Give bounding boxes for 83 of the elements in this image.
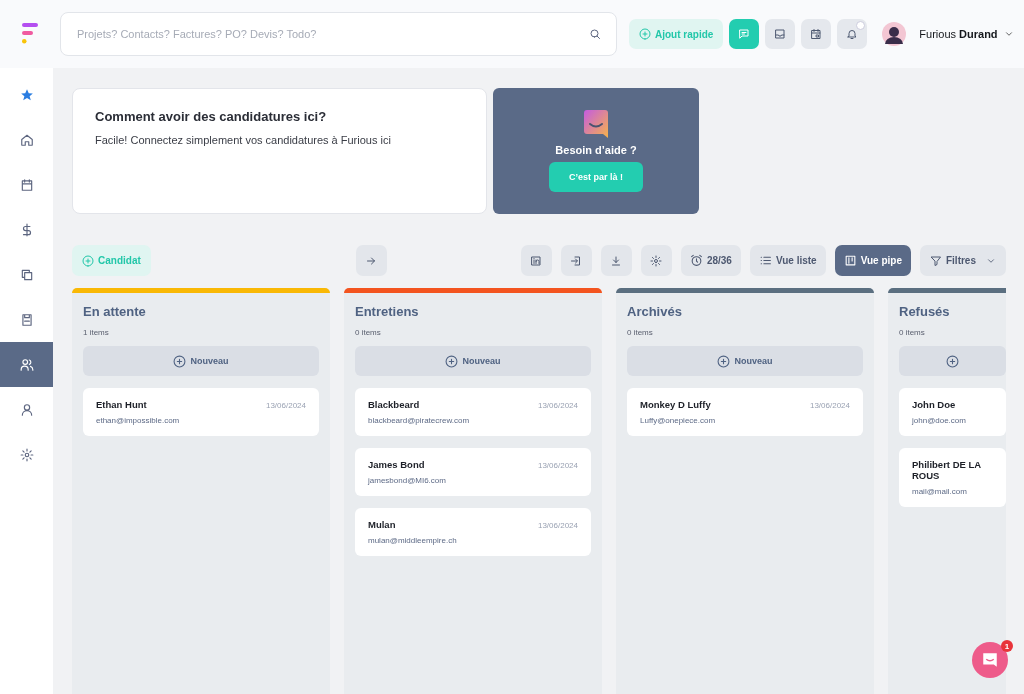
candidate-name: Mulan [368,519,396,530]
candidate-card[interactable]: James Bond 13/06/2024 jamesbond@MI6.com [355,448,591,496]
candidate-card[interactable]: Philibert DE LA ROUS mail@mail.com [899,448,1006,507]
candidate-card[interactable]: John Doe john@doe.com [899,388,1006,436]
filter-dropdown[interactable]: Filtres [920,245,1006,276]
candidate-email: mail@mail.com [912,487,968,496]
linkedin-icon [530,254,543,267]
sidebar-item[interactable] [0,342,53,387]
calendar-icon [19,177,34,192]
candidate-email: Luffy@onepiece.com [640,416,717,425]
column-title: En attente [83,304,147,319]
candidate-name: John Doe [912,399,956,410]
users-icon [19,357,34,372]
item-count: 0 items [899,328,926,337]
candidate-email: john@doe.com [912,416,967,425]
avatar[interactable] [882,22,907,46]
candidate-name: Monkey D Luffy [640,399,711,410]
calendar-button[interactable] [801,19,832,49]
info-title: Comment avoir des candidatures ici? [95,109,328,124]
star-icon [19,87,34,102]
new-item-button[interactable]: Nouveau [627,346,863,376]
bell-icon [846,28,859,40]
item-count: 1 items [83,328,110,337]
candidate-date: 13/06/2024 [537,521,578,530]
filter-icon [930,254,942,267]
user-icon [19,402,34,417]
search-field[interactable]: Projets? Contacts? Factures? PO? Devis? Todo? [60,12,617,56]
search-icon[interactable] [589,28,601,40]
login-button[interactable] [560,245,592,276]
inbox-icon [774,28,787,40]
counter-button[interactable]: 28/36 [680,245,741,276]
alarm-icon [689,254,703,267]
list-icon [758,254,772,267]
new-item-button[interactable]: Nouveau [83,346,319,376]
candidate-date: 13/06/2024 [809,401,850,410]
view-tab[interactable]: Vue pipe [834,245,911,276]
candidate-email: ethan@impossible.com [96,416,181,425]
candidate-card[interactable]: Monkey D Luffy 13/06/2024 Luffy@onepiece.com [627,388,863,436]
candidate-name: Blackbeard [368,399,420,410]
candidate-email: blackbeard@piratecrew.com [368,416,471,425]
arrow-right-icon [365,254,378,267]
calendar-icon [810,28,823,40]
logo-icon[interactable] [22,23,40,45]
candidate-name: James Bond [368,459,425,470]
bell-button[interactable] [837,19,868,49]
column-title: Refusés [899,304,951,319]
chat-logo-icon [584,110,608,138]
chat-icon [981,651,999,669]
column-title: Archivés [627,304,683,319]
board-icon [843,254,857,267]
candidate-card[interactable]: Blackbeard 13/06/2024 blackbeard@piratecrew.com [355,388,591,436]
home-icon [19,132,34,147]
chat-button[interactable] [729,19,760,49]
candidate-date: 13/06/2024 [265,401,306,410]
candidate-date: 13/06/2024 [537,401,578,410]
settings-icon [650,254,663,267]
candidate-date: 13/06/2024 [537,461,578,470]
chevron-down-icon[interactable] [1003,29,1014,39]
settings-icon [19,447,34,462]
download-button[interactable] [600,245,632,276]
login-icon [570,254,583,267]
copy-icon [19,267,34,282]
candidate-name: Philibert DE LA ROUS [912,459,982,481]
chat-icon [738,28,751,40]
user-name[interactable]: Furious Durand [919,28,998,40]
item-count: 0 items [355,328,382,337]
column-title: Entretiens [355,304,420,319]
view-tab[interactable]: Vue liste [749,245,826,276]
candidate-card[interactable]: Mulan 13/06/2024 mulan@middleempire.ch [355,508,591,556]
linkedin-button[interactable] [520,245,552,276]
save-icon [19,312,34,327]
inbox-button[interactable] [765,19,796,49]
settings-button[interactable] [640,245,672,276]
help-title: Besoin d’aide ? [555,144,637,156]
new-item-button[interactable]: Nouveau [355,346,591,376]
arrow-right-button[interactable] [355,245,387,276]
download-icon [610,254,623,267]
item-count: 0 items [627,328,654,337]
candidate-email: mulan@middleempire.ch [368,536,458,545]
info-text: Facile! Connectez simplement vos candidatures à Furious ici [95,134,392,146]
candidate-card[interactable]: Ethan Hunt 13/06/2024 ethan@impossible.com [83,388,319,436]
candidate-email: jamesbond@MI6.com [368,476,447,485]
candidate-name: Ethan Hunt [96,399,147,410]
